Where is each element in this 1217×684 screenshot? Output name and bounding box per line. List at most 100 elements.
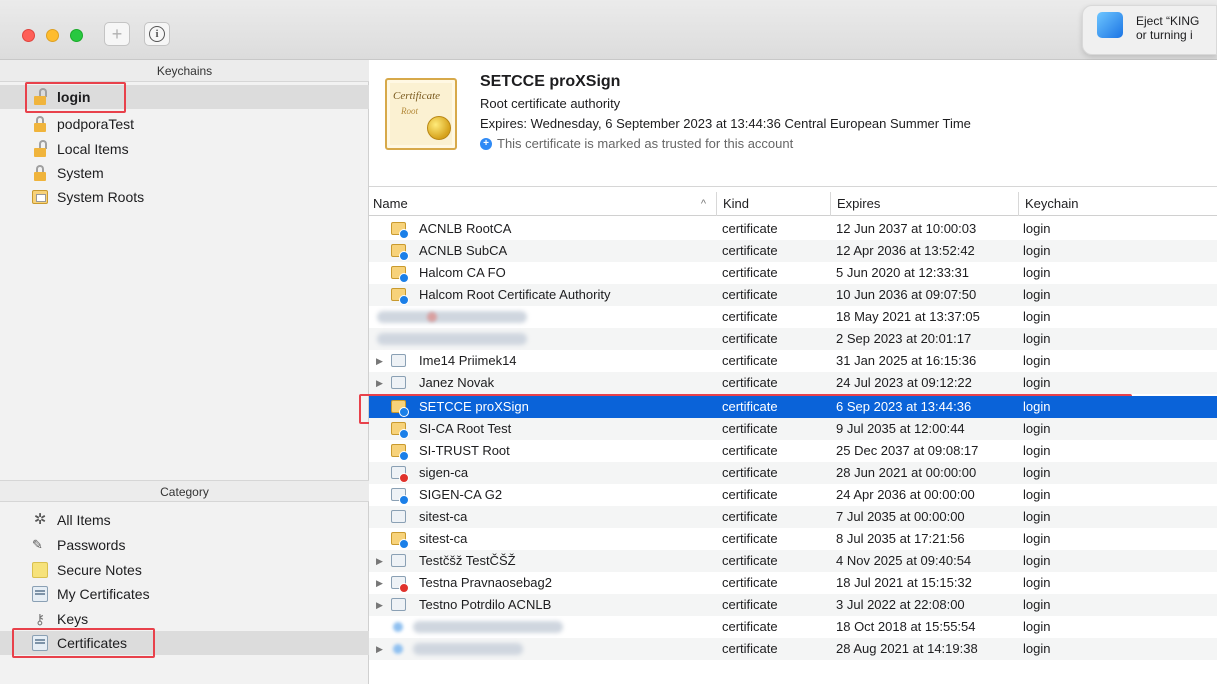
sidebar-item-system-roots[interactable]: System Roots — [0, 185, 369, 209]
table-row[interactable]: ACNLB SubCA certificate 12 Apr 2036 at 1… — [369, 240, 1217, 262]
sidebar-item-label: podporaTest — [57, 116, 135, 132]
notification-banner[interactable]: Eject “KING or turning i — [1082, 5, 1217, 55]
table-row[interactable]: SI-CA Root Test certificate 9 Jul 2035 a… — [369, 418, 1217, 440]
certificate-authority-icon — [391, 421, 409, 439]
table-row[interactable]: SI-TRUST Root certificate 25 Dec 2037 at… — [369, 440, 1217, 462]
highlight-login — [25, 82, 126, 113]
keychains-header: Keychains — [0, 60, 369, 82]
trusted-plus-icon: + — [480, 137, 492, 150]
table-row[interactable]: ▶ Ime14 Priimek14 certificate 31 Jan 2025… — [369, 350, 1217, 372]
column-header-name[interactable]: Name ^ — [369, 192, 716, 216]
sort-ascending-icon: ^ — [700, 198, 706, 210]
disclosure-triangle-icon[interactable]: ▶ — [376, 594, 383, 616]
secure-notes-icon — [32, 562, 48, 578]
trust-text: This certificate is marked as trusted fo… — [497, 136, 794, 151]
zoom-window-button[interactable] — [70, 29, 83, 42]
column-header-keychain[interactable]: Keychain — [1018, 192, 1217, 216]
notification-line-1: Eject “KING — [1136, 14, 1200, 28]
disclosure-triangle-icon[interactable]: ▶ — [376, 572, 383, 594]
minimize-window-button[interactable] — [46, 29, 59, 42]
redacted-name: ▶ — [369, 638, 716, 660]
table-row[interactable]: sigen-ca certificate 28 Jun 2021 at 00:0… — [369, 462, 1217, 484]
column-header-expires[interactable]: Expires — [830, 192, 1018, 216]
sidebar-item-label: System Roots — [57, 189, 145, 205]
title-bar: + i — [0, 0, 1217, 60]
sidebar-item-label: System — [57, 165, 104, 181]
table-header: Name ^ Kind Expires Keychain — [369, 192, 1217, 216]
sidebar-item-system[interactable]: System — [0, 161, 369, 185]
certificate-subtitle: Root certificate authority — [480, 96, 621, 111]
finder-icon — [1097, 12, 1123, 38]
sidebar-item-label: Local Items — [57, 141, 129, 157]
sidebar-item-label: Passwords — [57, 537, 126, 553]
table-row[interactable]: SIGEN-CA G2 certificate 24 Apr 2036 at 0… — [369, 484, 1217, 506]
certificate-authority-icon — [391, 287, 409, 305]
sidebar: Keychains login podporaTest Local Items … — [0, 60, 369, 684]
sidebar-item-local-items[interactable]: Local Items — [0, 137, 369, 161]
certificate-authority-icon — [391, 265, 409, 283]
certificate-invalid-icon — [391, 575, 409, 593]
certificate-icon — [391, 353, 407, 369]
certificate-authority-icon — [391, 221, 409, 239]
sidebar-item-label: My Certificates — [57, 586, 150, 602]
redacted-name — [369, 306, 716, 328]
highlight-certificates — [12, 628, 155, 658]
passwords-icon: ✎ — [32, 537, 43, 552]
lock-open-icon — [32, 140, 48, 157]
my-certificates-icon — [32, 586, 48, 602]
info-icon: i — [149, 26, 165, 42]
disclosure-triangle-icon[interactable]: ▶ — [376, 550, 383, 572]
table-row[interactable]: Halcom CA FO certificate 5 Jun 2020 at 1… — [369, 262, 1217, 284]
table-row[interactable]: sitest-ca certificate 8 Jul 2035 at 17:2… — [369, 528, 1217, 550]
disclosure-triangle-icon[interactable]: ▶ — [376, 350, 383, 372]
table-row[interactable]: ACNLB RootCA certificate 12 Jun 2037 at … — [369, 218, 1217, 240]
table-row[interactable]: certificate 18 Oct 2018 at 15:55:54 logi… — [369, 616, 1217, 638]
sidebar-item-label: Keys — [57, 611, 89, 627]
column-header-kind[interactable]: Kind — [716, 192, 830, 216]
table-row[interactable]: certificate 18 May 2021 at 13:37:05 logi… — [369, 306, 1217, 328]
table-row-selected[interactable]: SETCCE proXSign certificate 6 Sep 2023 a… — [369, 396, 1217, 418]
disclosure-triangle-icon[interactable]: ▶ — [376, 638, 383, 660]
sidebar-item-passwords[interactable]: ✎ Passwords — [0, 533, 369, 557]
add-item-button[interactable]: + — [104, 22, 130, 46]
table-row[interactable]: ▶ Testna Pravnaosebag2 certificate 18 Jul… — [369, 572, 1217, 594]
lock-closed-icon — [32, 165, 48, 181]
certificate-invalid-icon — [391, 465, 409, 483]
sidebar-item-all-items[interactable]: ✲ All Items — [0, 508, 369, 532]
disclosure-triangle-icon[interactable]: ▶ — [376, 372, 383, 394]
certificate-icon — [391, 509, 407, 525]
sidebar-item-label: All Items — [57, 512, 111, 528]
sidebar-item-my-certificates[interactable]: My Certificates — [0, 582, 369, 606]
category-header: Category — [0, 480, 369, 502]
sidebar-item-label: Secure Notes — [57, 562, 142, 578]
certificate-trust-status: + This certificate is marked as trusted … — [480, 136, 793, 151]
table-row[interactable]: ▶ certificate 28 Aug 2021 at 14:19:38 lo… — [369, 638, 1217, 660]
table-row[interactable]: ▶ Testno Potrdilo ACNLB certificate 3 Jul… — [369, 594, 1217, 616]
plus-icon: + — [111, 24, 123, 44]
certificates-table: Name ^ Kind Expires Keychain ACNLB RootC… — [369, 192, 1217, 684]
all-items-icon: ✲ — [33, 511, 47, 528]
table-row[interactable]: certificate 2 Sep 2023 at 20:01:17 login — [369, 328, 1217, 350]
redacted-name — [369, 328, 716, 350]
certificate-authority-icon — [391, 487, 409, 505]
close-window-button[interactable] — [22, 29, 35, 42]
system-roots-icon — [32, 189, 48, 205]
info-button[interactable]: i — [144, 22, 170, 46]
table-row[interactable]: sitest-ca certificate 7 Jul 2035 at 00:0… — [369, 506, 1217, 528]
key-icon: ⚷ — [34, 611, 46, 627]
table-row[interactable]: ▶ Janez Novak certificate 24 Jul 2023 at … — [369, 372, 1217, 394]
certificate-authority-icon — [391, 243, 409, 261]
certificate-icon — [391, 597, 407, 613]
certificate-expires: Expires: Wednesday, 6 September 2023 at … — [480, 116, 971, 131]
sidebar-item-podporatest[interactable]: podporaTest — [0, 112, 369, 136]
sidebar-item-secure-notes[interactable]: Secure Notes — [0, 558, 369, 582]
certificate-title: SETCCE proXSign — [480, 73, 621, 90]
redacted-name — [369, 616, 716, 638]
table-row[interactable]: ▶ Testčšž TestČŠŽ certificate 4 Nov 2025 … — [369, 550, 1217, 572]
certificate-authority-icon — [391, 399, 409, 417]
certificate-icon: Certificate Root — [385, 78, 457, 150]
notification-line-2: or turning i — [1136, 28, 1193, 42]
table-row[interactable]: Halcom Root Certificate Authority certif… — [369, 284, 1217, 306]
certificate-icon — [391, 375, 407, 391]
certificate-authority-icon — [391, 531, 409, 549]
